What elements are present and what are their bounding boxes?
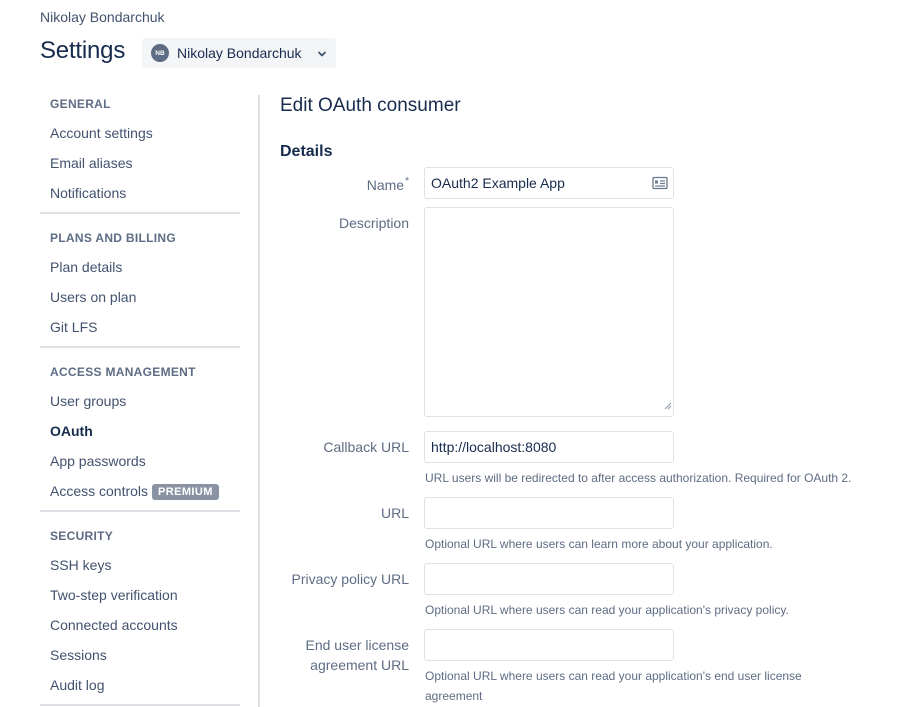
description-label: Description — [338, 215, 409, 231]
eula-url-hint-line1: Optional URL where users can read your a… — [425, 669, 802, 683]
chevron-down-icon — [316, 47, 328, 65]
sidebar-item-access-controls[interactable]: Access controls PREMIUM — [40, 476, 240, 506]
eula-url-input[interactable] — [424, 629, 674, 661]
sidebar-item-user-groups[interactable]: User groups — [40, 386, 240, 416]
url-label: URL — [380, 505, 409, 521]
sidebar-item-plan-details[interactable]: Plan details — [40, 252, 240, 282]
sidebar-section-access-management: ACCESS MANAGEMENT User groups OAuth App … — [40, 356, 240, 512]
sidebar-item-email-aliases[interactable]: Email aliases — [40, 148, 240, 178]
sidebar-item-users-on-plan[interactable]: Users on plan — [40, 282, 240, 312]
name-label-text: Name — [366, 177, 405, 193]
sidebar-item-app-passwords[interactable]: App passwords — [40, 446, 240, 476]
sidebar-item-notifications[interactable]: Notifications — [40, 178, 240, 208]
sidebar-item-sessions[interactable]: Sessions — [40, 640, 240, 670]
vertical-divider — [258, 95, 260, 707]
sidebar-item-audit-log[interactable]: Audit log — [40, 670, 240, 700]
eula-url-hint-line2: agreement — [425, 689, 483, 703]
premium-badge: PREMIUM — [152, 484, 219, 500]
sidebar-heading: ACCESS MANAGEMENT — [50, 365, 196, 379]
sidebar-item-label: Access controls — [50, 483, 149, 499]
sidebar-item-two-step-verification[interactable]: Two-step verification — [40, 580, 240, 610]
sidebar-item-git-lfs[interactable]: Git LFS — [40, 312, 240, 342]
settings-sidebar: GENERAL Account settings Email aliases N… — [40, 88, 240, 707]
privacy-policy-url-label: Privacy policy URL — [291, 571, 409, 587]
sidebar-item-account-settings[interactable]: Account settings — [40, 118, 240, 148]
callback-url-label: Callback URL — [323, 439, 409, 455]
sidebar-heading: SECURITY — [50, 529, 114, 543]
sidebar-item-oauth[interactable]: OAuth — [40, 416, 240, 446]
sidebar-heading: PLANS AND BILLING — [50, 231, 176, 245]
breadcrumb[interactable]: Nikolay Bondarchuk — [40, 9, 165, 25]
eula-url-label-line2: agreement URL — [310, 657, 409, 673]
page-title: Settings — [40, 37, 126, 64]
name-label: Name* — [367, 172, 409, 195]
sidebar-item-ssh-keys[interactable]: SSH keys — [40, 550, 240, 580]
contact-card-icon[interactable] — [652, 176, 668, 193]
account-switcher[interactable]: NB Nikolay Bondarchuk — [142, 38, 336, 68]
url-input[interactable] — [424, 497, 674, 529]
eula-url-hint: Optional URL where users can read your a… — [425, 666, 802, 706]
privacy-policy-url-hint: Optional URL where users can read your a… — [425, 603, 789, 617]
callback-url-input[interactable]: http://localhost:8080 — [424, 431, 674, 463]
privacy-policy-url-input[interactable] — [424, 563, 674, 595]
avatar: NB — [151, 44, 169, 62]
url-hint: Optional URL where users can learn more … — [425, 537, 773, 551]
callback-url-value: http://localhost:8080 — [431, 439, 557, 455]
eula-url-label: End user license agreement URL — [305, 635, 409, 675]
eula-url-label-line1: End user license — [305, 637, 409, 653]
name-input[interactable]: OAuth2 Example App — [424, 167, 674, 199]
sidebar-section-plans-billing: PLANS AND BILLING Plan details Users on … — [40, 222, 240, 348]
account-name: Nikolay Bondarchuk — [177, 45, 302, 61]
main-title: Edit OAuth consumer — [280, 95, 461, 116]
resize-handle-icon[interactable] — [663, 397, 672, 415]
name-input-value: OAuth2 Example App — [431, 175, 565, 191]
sidebar-item-connected-accounts[interactable]: Connected accounts — [40, 610, 240, 640]
sidebar-section-general: GENERAL Account settings Email aliases N… — [40, 88, 240, 214]
sidebar-section-security: SECURITY SSH keys Two-step verification … — [40, 520, 240, 706]
section-title: Details — [280, 143, 333, 160]
description-textarea[interactable] — [424, 207, 674, 417]
callback-url-hint: URL users will be redirected to after ac… — [425, 471, 852, 485]
required-marker: * — [405, 176, 409, 187]
sidebar-heading: GENERAL — [50, 97, 111, 111]
